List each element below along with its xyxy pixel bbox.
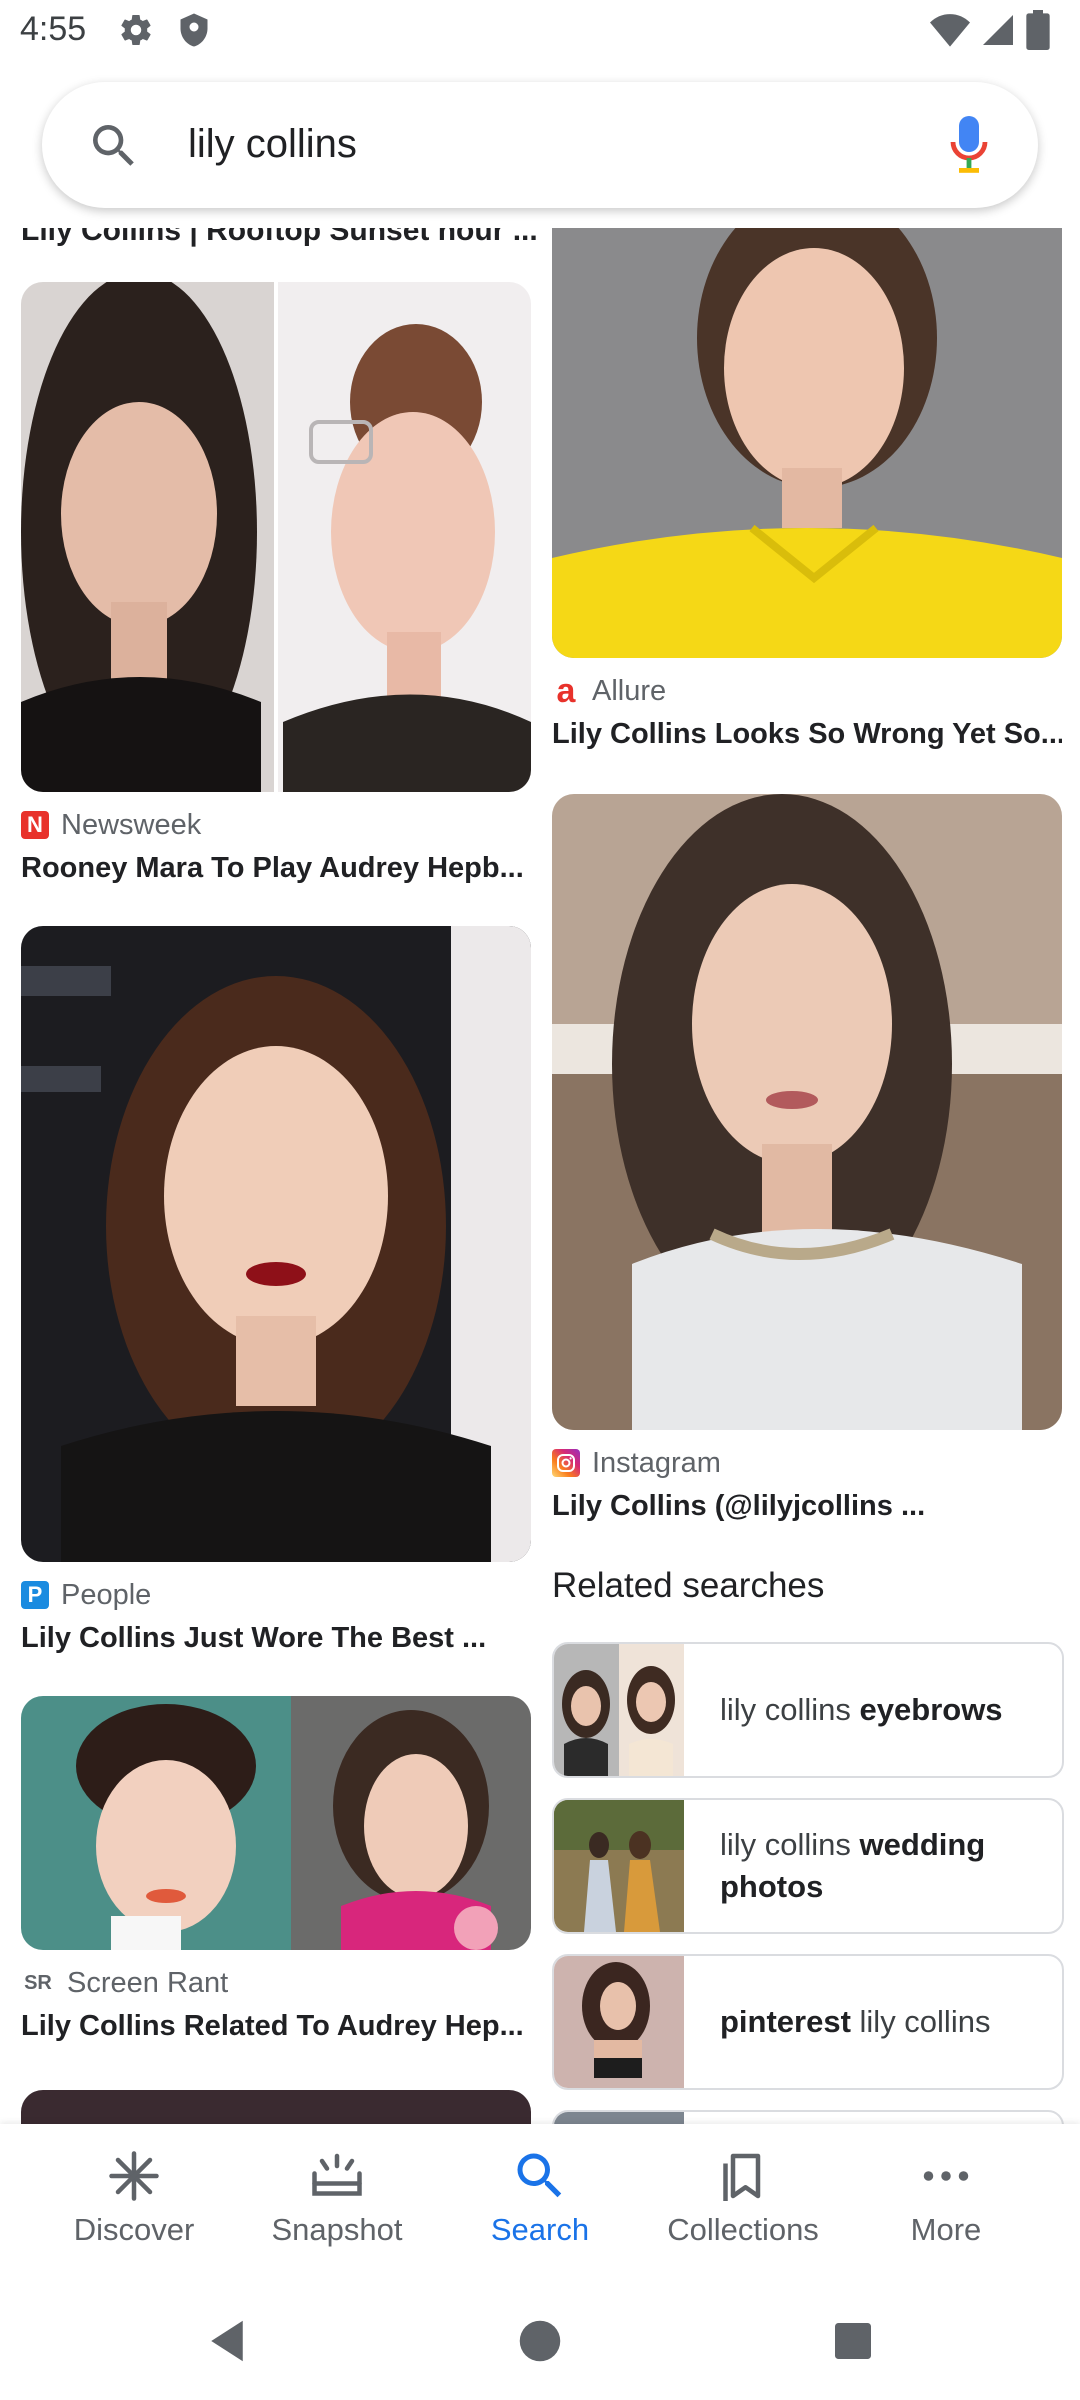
bottom-navigation: Discover Snapshot Search Collections Mor… — [0, 2124, 1080, 2284]
instagram-camera-glyph — [557, 1454, 575, 1472]
mic-icon[interactable] — [944, 116, 994, 176]
result-card[interactable]: P People Lily Collins Just Wore The Best… — [21, 926, 531, 1655]
status-time: 4:55 — [20, 10, 87, 48]
result-title-cut-off[interactable]: Lily Collins | Rooftop Sunset hour ... — [21, 228, 538, 248]
nav-label: More — [910, 2212, 982, 2247]
related-search-eyebrows[interactable]: lily collins eyebrows — [552, 1642, 1064, 1778]
result-card[interactable]: a Allure Lily Collins Looks So Wrong Yet… — [552, 228, 1062, 751]
result-source-name: Newsweek — [61, 808, 202, 841]
home-icon[interactable] — [513, 2314, 567, 2368]
related-thumb-image — [554, 1800, 684, 1932]
recents-icon[interactable] — [826, 2314, 880, 2368]
nav-search[interactable]: Search — [432, 2146, 648, 2266]
snapshot-icon — [312, 2153, 362, 2196]
system-navigation-bar — [0, 2284, 1080, 2400]
status-bar: 4:55 — [0, 0, 1080, 64]
related-search-partial[interactable] — [552, 2110, 1064, 2124]
nav-label: Collections — [667, 2212, 819, 2247]
result-title[interactable]: Lily Collins (@lilyjcollins ... — [552, 1490, 1062, 1523]
result-title[interactable]: Lily Collins Just Wore The Best ... — [21, 1622, 531, 1655]
result-card[interactable]: SR Screen Rant Lily Collins Related To A… — [21, 1696, 531, 2043]
screen-rant-logo-icon: SR — [21, 1969, 55, 1997]
asterisk-icon — [109, 2151, 159, 2201]
related-search-bold-text: pinterest — [720, 2004, 851, 2039]
result-title[interactable]: Lily Collins Related To Audrey Hep... — [21, 2010, 531, 2043]
result-image[interactable] — [21, 926, 531, 1562]
shield-icon — [180, 13, 208, 47]
result-photo-selfie — [552, 794, 1062, 1430]
result-photo-red-carpet-portrait — [21, 926, 531, 1562]
related-search-label[interactable]: pinterest lily collins — [720, 1956, 1050, 2088]
gear-icon — [121, 15, 151, 46]
people-logo-icon: P — [21, 1581, 49, 1609]
related-search-label[interactable]: lily collins wedding photos — [720, 1800, 1050, 1932]
result-image[interactable] — [552, 228, 1062, 658]
result-title[interactable]: Lily Collins Looks So Wrong Yet So... — [552, 718, 1062, 751]
nav-label: Snapshot — [271, 2212, 403, 2247]
result-card-partial[interactable] — [21, 2090, 531, 2124]
related-search-bold-text: eyebrows — [859, 1692, 1003, 1727]
result-source-name: People — [61, 1578, 152, 1611]
related-search-text: lily collins — [850, 2004, 991, 2039]
result-card[interactable]: Instagram Lily Collins (@lilyjcollins ..… — [552, 794, 1062, 1523]
related-thumb-image — [554, 2112, 684, 2124]
related-thumb-image — [554, 1644, 684, 1776]
nav-label: Search — [490, 2212, 590, 2247]
result-source-name: Allure — [592, 674, 667, 707]
image-results: Lily Collins | Rooftop Sunset hour ... N… — [0, 228, 1080, 2124]
battery-icon — [1026, 10, 1050, 50]
result-title[interactable]: Rooney Mara To Play Audrey Hepb... — [21, 852, 531, 885]
signal-icon — [983, 15, 1013, 45]
result-source-name: Screen Rant — [67, 1966, 229, 1999]
newsweek-logo-icon: N — [21, 811, 49, 839]
result-card[interactable]: N Newsweek Rooney Mara To Play Audrey He… — [21, 282, 531, 885]
nav-snapshot[interactable]: Snapshot — [229, 2146, 445, 2266]
related-search-label[interactable]: lily collins eyebrows — [720, 1644, 1050, 1776]
nav-discover[interactable]: Discover — [26, 2146, 242, 2266]
result-image[interactable] — [552, 794, 1062, 1430]
nav-collections[interactable]: Collections — [635, 2146, 851, 2266]
related-thumb-image — [554, 1956, 684, 2088]
result-source: a Allure — [552, 672, 1062, 710]
search-icon — [517, 2153, 562, 2198]
result-source: P People — [21, 1578, 531, 1612]
nav-more[interactable]: More — [838, 2146, 1054, 2266]
result-photo-side-by-side — [21, 1696, 531, 1950]
related-search-wedding-photos[interactable]: lily collins wedding photos — [552, 1798, 1064, 1934]
result-image[interactable] — [21, 282, 531, 792]
result-photo-split-portraits — [21, 282, 531, 792]
wifi-icon — [930, 14, 970, 47]
related-search-text: lily collins — [720, 1827, 860, 1862]
instagram-logo-icon — [552, 1449, 580, 1477]
bookmarks-icon — [723, 2153, 761, 2201]
search-input[interactable]: lily collins — [188, 122, 357, 167]
nav-label: Discover — [73, 2212, 195, 2247]
result-source: SR Screen Rant — [21, 1966, 531, 2000]
search-icon[interactable] — [86, 118, 142, 174]
result-photo-yellow-outfit — [552, 228, 1062, 658]
back-icon[interactable] — [200, 2314, 254, 2368]
result-source-name: Instagram — [592, 1446, 721, 1479]
result-source: N Newsweek — [21, 808, 531, 842]
result-image[interactable] — [21, 1696, 531, 1950]
allure-logo-icon: a — [552, 672, 580, 710]
more-dots-icon — [923, 2171, 969, 2181]
related-searches-heading: Related searches — [552, 1566, 825, 1605]
result-source: Instagram — [552, 1446, 1062, 1480]
related-search-text: lily collins — [720, 1692, 860, 1727]
result-image[interactable] — [21, 2090, 531, 2124]
related-search-pinterest[interactable]: pinterest lily collins — [552, 1954, 1064, 2090]
status-right-icons — [930, 10, 1050, 50]
search-bar[interactable]: lily collins — [42, 82, 1038, 208]
